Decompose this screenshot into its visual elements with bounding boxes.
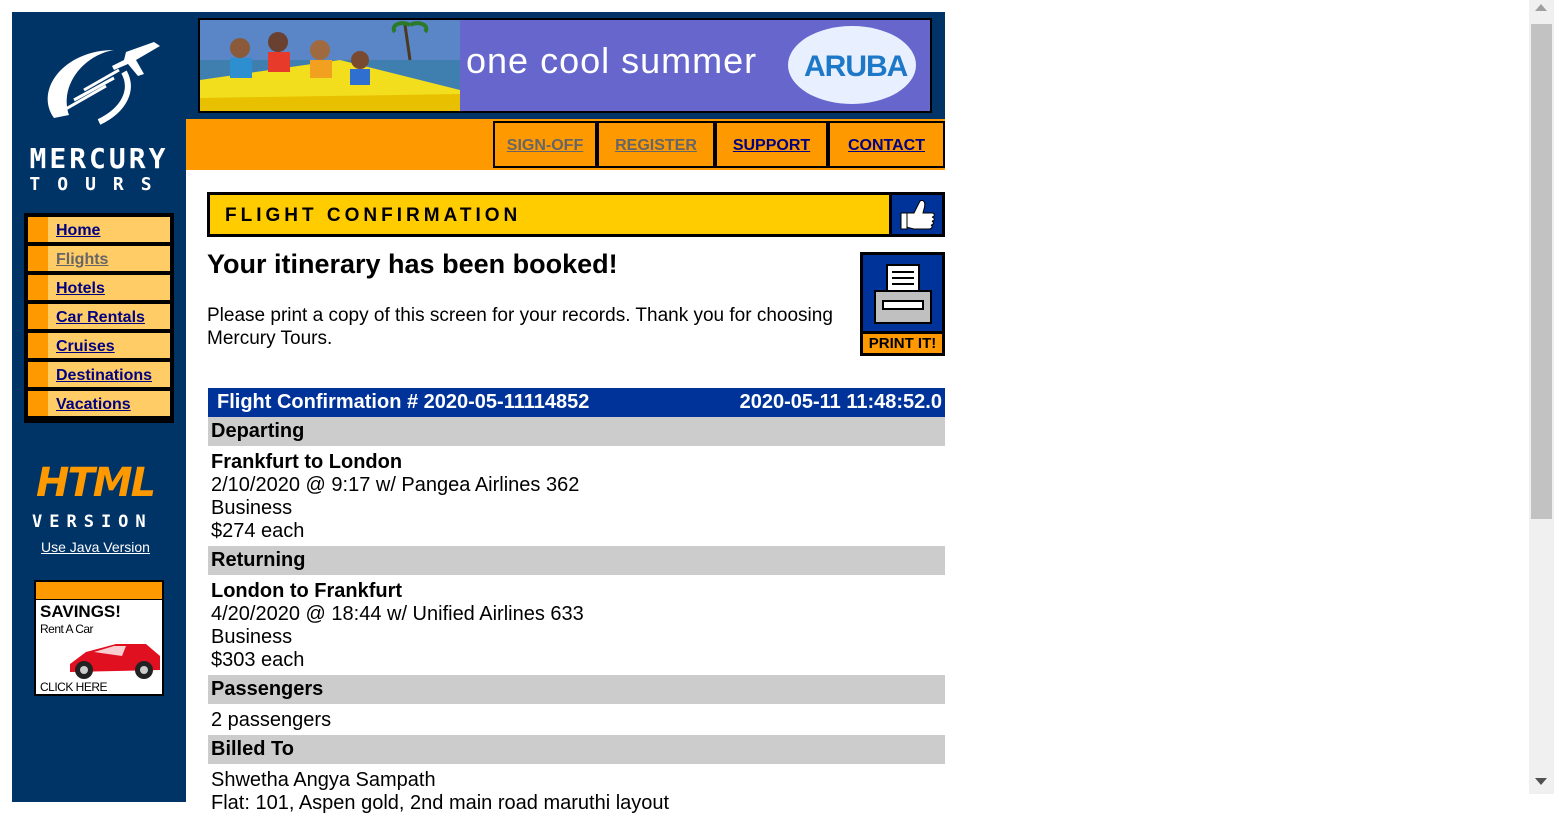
sidebar-link[interactable]: Cruises	[56, 338, 115, 356]
top-nav-support[interactable]: SUPPORT	[715, 121, 828, 168]
returning-section-header: Returning	[208, 546, 945, 575]
logo-subtitle: TOURS	[29, 174, 169, 195]
departing-section-header: Departing	[208, 417, 945, 446]
html-version-subtitle: VERSION	[32, 512, 153, 532]
sidebar-bullet	[28, 333, 48, 358]
sidebar-link[interactable]: Hotels	[56, 280, 105, 298]
promo-title: SAVINGS!	[40, 602, 121, 621]
sidebar-item-cruises[interactable]: Cruises	[28, 333, 170, 358]
sidebar-link[interactable]: Flights	[56, 251, 108, 269]
sidebar-bullet	[28, 362, 48, 387]
sidebar-item-flights[interactable]: Flights	[28, 246, 170, 271]
billed-to-name: Shwetha Angya Sampath	[211, 769, 436, 791]
flight-confirmation-header: FLIGHT CONFIRMATION	[207, 192, 945, 237]
departing-price: $274 each	[211, 520, 305, 542]
top-navigation: SIGN-OFF REGISTER SUPPORT CONTACT	[186, 119, 945, 170]
top-nav-contact[interactable]: CONTACT	[828, 121, 945, 168]
sidebar-link[interactable]: Destinations	[56, 367, 152, 385]
confirmation-number: Flight Confirmation # 2020-05-11114852	[217, 391, 590, 413]
raft-photo-icon	[200, 20, 460, 111]
top-nav-link[interactable]: SIGN-OFF	[495, 137, 595, 155]
confirmation-timestamp: 2020-05-11 11:48:52.0	[739, 391, 942, 413]
passengers-heading: Passengers	[211, 678, 324, 700]
html-version-title: HTML	[36, 460, 156, 506]
sidebar-bullet	[28, 391, 48, 416]
print-it-button[interactable]: PRINT IT!	[860, 252, 945, 356]
java-version-link[interactable]: Use Java Version	[41, 539, 150, 555]
header-title-panel: FLIGHT CONFIRMATION	[210, 195, 889, 234]
sidebar-bullet	[28, 217, 48, 242]
billed-to-address: Flat: 101, Aspen gold, 2nd main road mar…	[211, 792, 670, 814]
top-nav-link[interactable]: REGISTER	[599, 137, 713, 155]
printer-icon	[874, 264, 932, 324]
printer-panel	[863, 255, 942, 331]
sidebar-link[interactable]: Home	[56, 222, 100, 240]
returning-heading: Returning	[211, 549, 306, 571]
top-nav-register[interactable]: REGISTER	[597, 121, 715, 168]
promo-cta: CLICK HERE	[40, 680, 108, 694]
sidebar-item-vacations[interactable]: Vacations	[28, 391, 170, 416]
aruba-banner[interactable]: one cool summer ARUBA	[198, 18, 932, 113]
returning-route: London to Frankfurt	[211, 580, 403, 602]
promo-top-bar	[36, 582, 162, 599]
sidebar-link[interactable]: Car Rentals	[56, 309, 145, 327]
vertical-scrollbar[interactable]	[1529, 0, 1554, 794]
returning-flight: 4/20/2020 @ 18:44 w/ Unified Airlines 63…	[211, 603, 584, 625]
print-message: Please print a copy of this screen for y…	[207, 305, 833, 349]
departing-route: Frankfurt to London	[211, 451, 403, 473]
scrollbar-thumb[interactable]	[1531, 24, 1552, 519]
promo-panel: SAVINGS! Rent A Car CLICK HERE	[36, 600, 162, 694]
returning-price: $303 each	[211, 649, 305, 671]
departing-heading: Departing	[211, 420, 305, 442]
banner-tagline: one cool summer	[466, 40, 758, 81]
sidebar-bullet	[28, 275, 48, 300]
top-nav-link[interactable]: SUPPORT	[717, 137, 826, 155]
page: MERCURY TOURS Home Flights Hotels Car Renta…	[12, 12, 945, 814]
departing-class: Business	[211, 497, 293, 519]
sidebar-item-destinations[interactable]: Destinations	[28, 362, 170, 387]
sidebar-bullet	[28, 246, 48, 271]
top-nav-sign-off[interactable]: SIGN-OFF	[493, 121, 597, 168]
top-nav-link[interactable]: CONTACT	[830, 137, 943, 155]
booked-heading: Your itinerary has been booked!	[207, 249, 618, 279]
header-title: FLIGHT CONFIRMATION	[225, 205, 522, 226]
scroll-up-arrow-icon[interactable]	[1535, 4, 1547, 11]
passengers-count: 2 passengers	[211, 709, 332, 731]
sidebar-item-home[interactable]: Home	[28, 217, 170, 242]
rent-a-car-promo[interactable]: SAVINGS! Rent A Car CLICK HERE	[34, 580, 164, 696]
billed-to-section-header: Billed To	[208, 735, 945, 764]
confirmation-header-row: Flight Confirmation # 2020-05-11114852 2…	[208, 388, 945, 417]
sidebar-link[interactable]: Vacations	[56, 396, 131, 414]
sidebar: MERCURY TOURS Home Flights Hotels Car Renta…	[12, 12, 186, 802]
thumbs-up-icon	[900, 200, 935, 230]
logo-title: MERCURY	[29, 142, 169, 175]
sidebar-item-hotels[interactable]: Hotels	[28, 275, 170, 300]
sidebar-item-car-rentals[interactable]: Car Rentals	[28, 304, 170, 329]
thumbs-up-box	[892, 195, 942, 234]
red-car-icon	[70, 644, 160, 679]
mercury-tours-logo[interactable]: MERCURY TOURS	[24, 30, 174, 200]
billed-to-heading: Billed To	[211, 738, 294, 760]
departing-flight: 2/10/2020 @ 9:17 w/ Pangea Airlines 362	[211, 474, 580, 496]
scroll-down-arrow-icon[interactable]	[1535, 778, 1547, 785]
returning-class: Business	[211, 626, 293, 648]
aruba-logo-text: ARUBA	[804, 50, 908, 83]
sidebar-bullet	[28, 304, 48, 329]
passengers-section-header: Passengers	[208, 675, 945, 704]
side-navigation: Home Flights Hotels Car Rentals Cruises Desti…	[24, 213, 174, 423]
html-version-badge: HTML VERSION	[26, 460, 176, 540]
print-it-label: PRINT IT!	[863, 334, 942, 353]
